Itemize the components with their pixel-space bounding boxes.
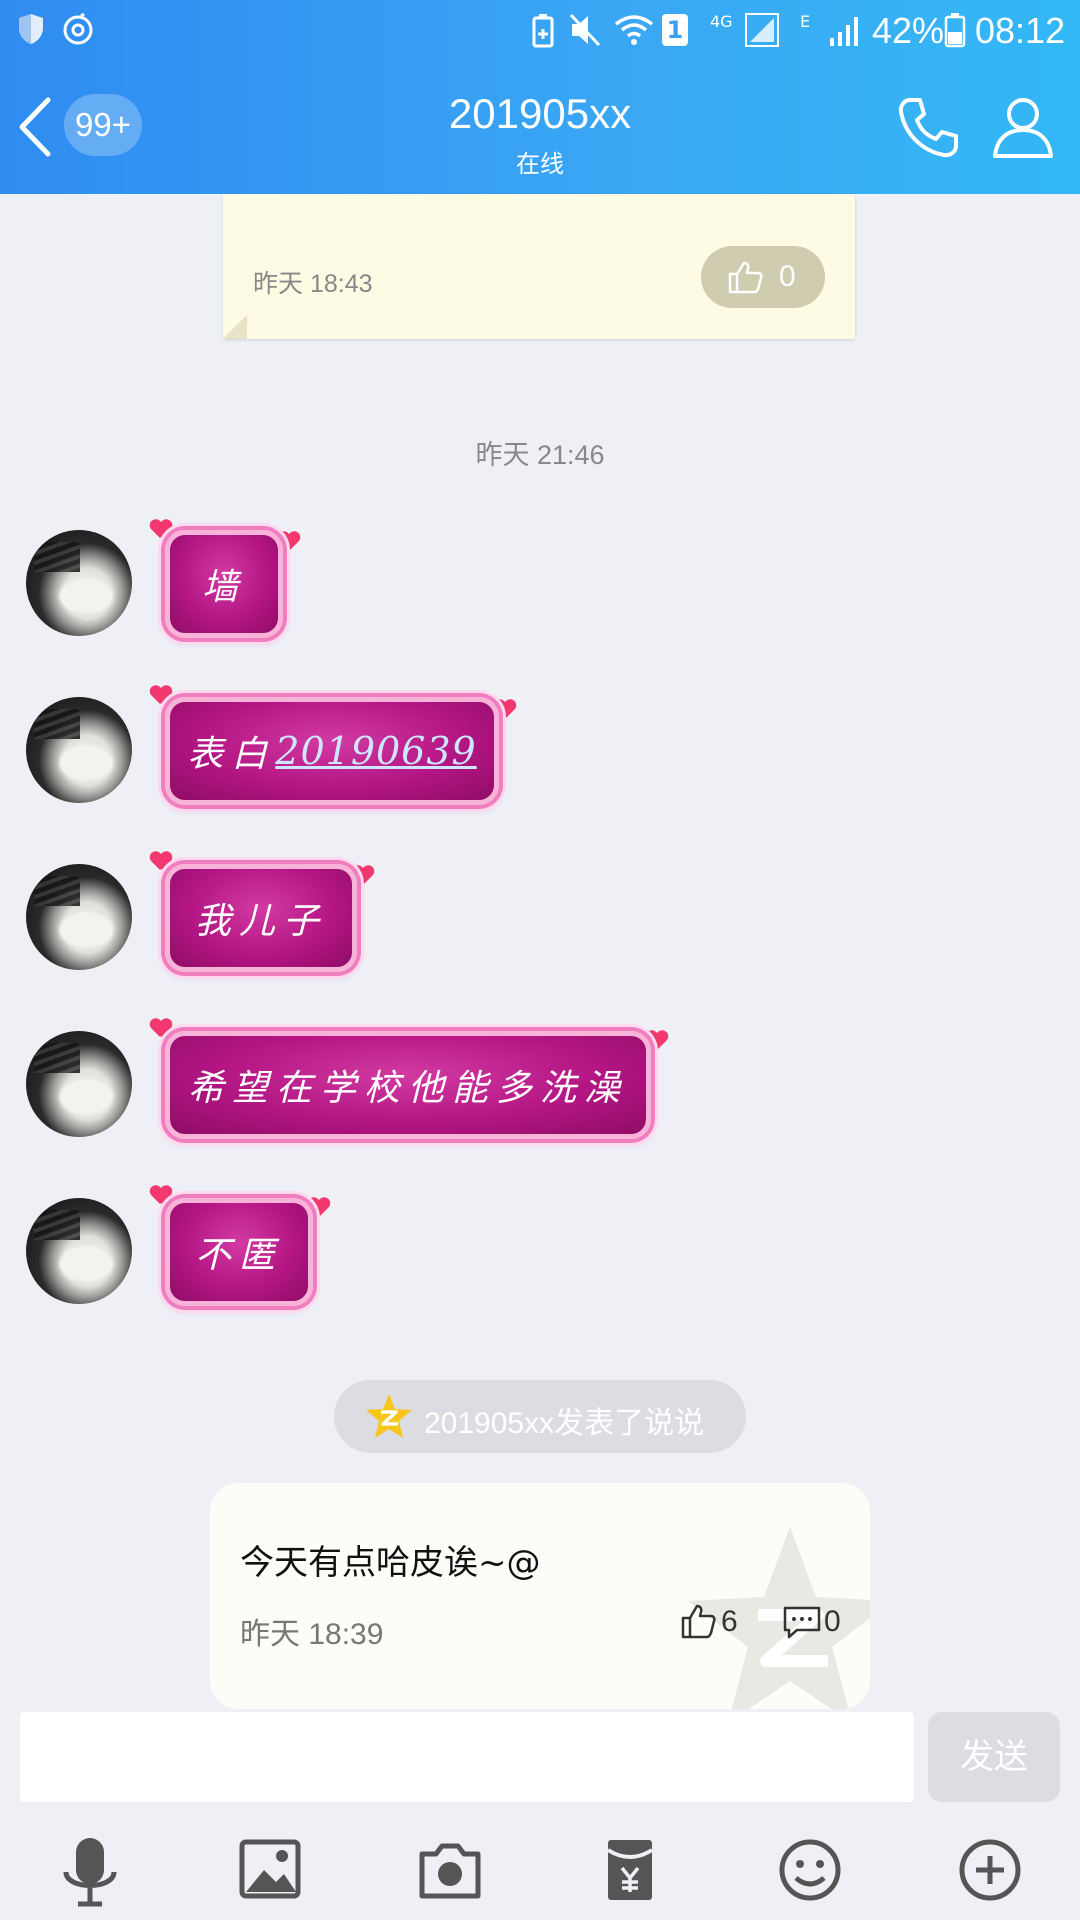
network-type: 4G bbox=[710, 12, 733, 31]
message-text: 希望在学校他能多洗澡 bbox=[187, 1068, 628, 1109]
signal-icon bbox=[745, 13, 779, 47]
chat-title: 201905xx bbox=[448, 90, 632, 137]
phone-icon[interactable] bbox=[896, 94, 962, 160]
plus-icon[interactable] bbox=[940, 1820, 1040, 1920]
message-bubble[interactable]: 表白 20190639 bbox=[165, 697, 499, 805]
like-count: 6 bbox=[721, 1605, 738, 1638]
status-bar: 1 4G E 42% 08:12 bbox=[0, 0, 1080, 62]
camera-icon[interactable] bbox=[400, 1820, 500, 1920]
composer: 发送 bbox=[0, 1710, 1080, 1810]
input-toolbar bbox=[0, 1820, 1080, 1920]
battery-saver-icon bbox=[532, 14, 554, 48]
previous-post-card[interactable]: 昨天 18:43 0 bbox=[223, 194, 855, 339]
send-button[interactable]: 发送 bbox=[928, 1712, 1060, 1802]
microphone-icon[interactable] bbox=[40, 1820, 140, 1920]
qzone-star-icon bbox=[366, 1394, 412, 1438]
message-bubble[interactable]: 希望在学校他能多洗澡 bbox=[165, 1031, 651, 1139]
mute-icon bbox=[569, 13, 601, 47]
message-text: 表白 bbox=[187, 734, 276, 775]
battery-icon bbox=[944, 13, 966, 48]
top-bar: 1 4G E 42% 08:12 99+ 201905xx 在线 bbox=[0, 0, 1080, 194]
message-link[interactable]: 20190639 bbox=[275, 729, 476, 773]
clock: 08:12 bbox=[975, 10, 1066, 51]
comment-icon[interactable] bbox=[782, 1605, 822, 1639]
emoji-icon[interactable] bbox=[760, 1820, 860, 1920]
post-content: 今天有点哈皮诶~@ bbox=[240, 1543, 541, 1583]
edge-label: E bbox=[800, 12, 811, 31]
post-time: 昨天 18:39 bbox=[240, 1618, 384, 1651]
comment-count: 0 bbox=[824, 1605, 841, 1638]
heart-icon bbox=[150, 1186, 172, 1206]
heart-icon bbox=[150, 852, 172, 872]
heart-icon bbox=[150, 686, 172, 706]
avatar[interactable] bbox=[26, 530, 132, 636]
message-bubble[interactable]: 我儿子 bbox=[165, 864, 357, 972]
avatar[interactable] bbox=[26, 697, 132, 803]
message-bubble[interactable]: 不匿 bbox=[165, 1198, 313, 1306]
notice-text: 201905xx发表了说说 bbox=[424, 1407, 705, 1440]
message-bubble[interactable]: 墙 bbox=[165, 530, 283, 638]
divider-time: 昨天 21:46 bbox=[475, 440, 605, 470]
wifi-icon bbox=[614, 15, 654, 45]
chevron-left-icon bbox=[19, 97, 51, 157]
message-text: 我儿子 bbox=[194, 901, 327, 942]
like-count: 0 bbox=[779, 260, 796, 293]
thumbs-up-icon[interactable] bbox=[680, 1603, 716, 1639]
avatar[interactable] bbox=[26, 1198, 132, 1304]
red-packet-icon[interactable] bbox=[580, 1820, 680, 1920]
unread-badge[interactable]: 99+ bbox=[64, 94, 142, 156]
post-time: 昨天 18:43 bbox=[253, 270, 373, 298]
thumbs-up-icon bbox=[728, 261, 763, 294]
chat-header: 99+ 201905xx 在线 bbox=[0, 62, 1080, 194]
shield-icon bbox=[19, 14, 43, 44]
message-text: 不匿 bbox=[194, 1235, 283, 1276]
like-button[interactable]: 0 bbox=[701, 246, 825, 308]
avatar[interactable] bbox=[26, 864, 132, 970]
message-text: 墙 bbox=[201, 567, 246, 608]
signal-bars-icon bbox=[830, 17, 858, 46]
card-fold bbox=[223, 315, 247, 339]
sim-icon: 1 bbox=[662, 14, 688, 46]
profile-icon[interactable] bbox=[990, 94, 1056, 160]
music-app-icon bbox=[63, 12, 93, 45]
avatar[interactable] bbox=[26, 1031, 132, 1137]
qzone-notice[interactable]: 201905xx发表了说说 bbox=[334, 1380, 746, 1453]
image-icon[interactable] bbox=[220, 1820, 320, 1920]
online-status: 在线 bbox=[516, 150, 564, 178]
message-input[interactable] bbox=[20, 1712, 914, 1802]
battery-percent: 42% bbox=[872, 10, 945, 51]
qzone-post-card[interactable]: 今天有点哈皮诶~@ 昨天 18:39 6 0 bbox=[210, 1483, 870, 1709]
heart-icon bbox=[150, 1019, 172, 1039]
